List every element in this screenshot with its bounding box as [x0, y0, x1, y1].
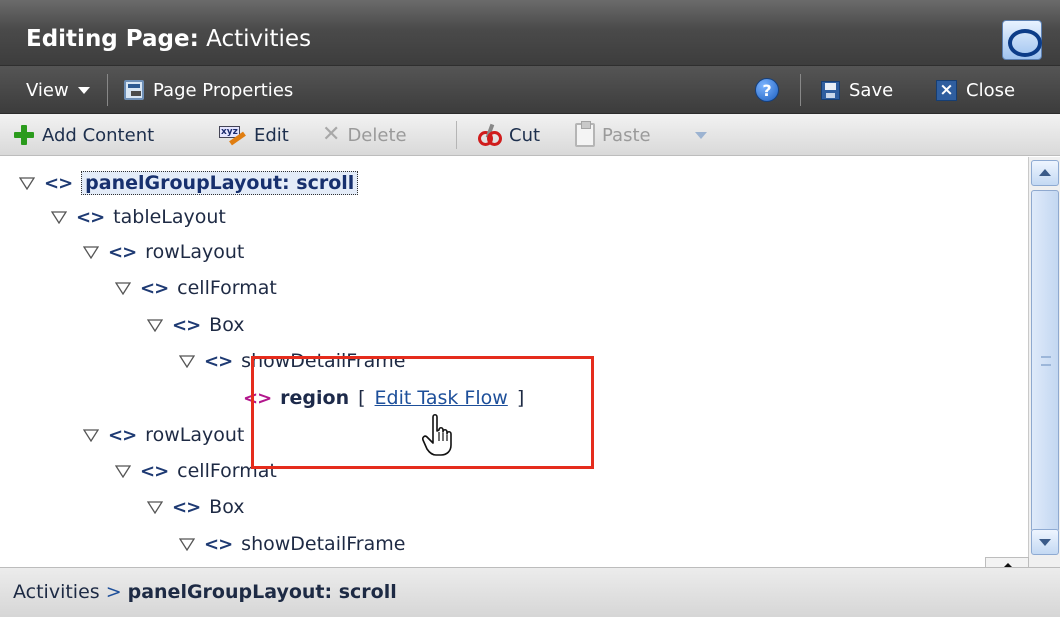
expand-triangle-icon[interactable] — [115, 464, 131, 478]
page-editor-window: Editing Page: Activities View Page Prope… — [0, 0, 1060, 617]
cut-label: Cut — [509, 124, 541, 146]
view-menu-label: View — [26, 79, 69, 101]
paste-button[interactable]: Paste — [575, 120, 651, 150]
delete-icon: ✕ — [322, 122, 341, 147]
cut-button[interactable]: Cut — [478, 120, 540, 150]
tree-node-label: panelGroupLayout: scroll — [81, 171, 359, 195]
page-title: Editing Page: Activities — [26, 26, 311, 52]
component-tag-icon: <> — [108, 424, 137, 446]
menu-divider — [107, 74, 108, 106]
scissors-icon — [478, 123, 502, 147]
save-label: Save — [849, 79, 894, 101]
edit-pencil-icon — [219, 124, 247, 146]
expand-triangle-icon[interactable] — [83, 245, 99, 259]
component-tag-icon: <> — [108, 241, 137, 263]
expand-triangle-icon[interactable] — [179, 537, 195, 551]
title-page-name: Activities — [206, 26, 312, 52]
tree-node-label: cellFormat — [177, 277, 277, 299]
delete-label: Delete — [347, 124, 407, 146]
tree-node[interactable]: <> Box — [147, 492, 245, 522]
expand-triangle-icon[interactable] — [51, 210, 67, 224]
tree-node[interactable]: <> rowLayout — [83, 420, 244, 450]
toolbar-divider — [456, 121, 457, 149]
help-icon: ? — [755, 78, 779, 102]
scroll-up-button[interactable] — [1031, 160, 1059, 186]
component-tag-icon: <> — [204, 533, 233, 555]
expand-triangle-icon[interactable] — [147, 318, 163, 332]
breadcrumb-bar: Activities > panelGroupLayout: scroll — [0, 567, 1060, 617]
breadcrumb-separator: > — [105, 581, 122, 603]
edit-toolbar: Add Content Edit ✕ Delete Cut Paste — [0, 114, 1060, 156]
scroll-grip-icon — [1041, 356, 1051, 366]
component-tag-icon: <> — [204, 350, 233, 372]
save-button[interactable]: Save — [821, 76, 893, 104]
component-tag-icon: <> — [172, 314, 201, 336]
component-tag-icon: <> — [76, 206, 105, 228]
tree-node-label: rowLayout — [145, 241, 245, 263]
toolbar-overflow-button[interactable] — [695, 120, 707, 150]
chevron-down-icon — [695, 131, 707, 139]
close-button[interactable]: × Close — [936, 76, 1015, 104]
close-label: Close — [966, 79, 1016, 101]
tree-node-label: Box — [209, 496, 245, 518]
delete-button[interactable]: ✕ Delete — [322, 120, 407, 150]
component-tag-icon: <> — [44, 172, 73, 194]
breadcrumb-current: panelGroupLayout: scroll — [127, 581, 397, 603]
edit-button[interactable]: Edit — [219, 120, 289, 150]
page-properties-label: Page Properties — [153, 79, 294, 101]
tree-node-label: Box — [209, 314, 245, 336]
title-bar: Editing Page: Activities — [0, 0, 1060, 66]
help-button[interactable]: ? — [755, 76, 779, 104]
vertical-scrollbar[interactable] — [1028, 157, 1060, 567]
add-icon — [13, 124, 35, 146]
save-icon — [821, 80, 840, 100]
add-content-label: Add Content — [42, 124, 155, 146]
tree-node[interactable]: <> rowLayout — [83, 237, 244, 267]
page-properties-icon — [124, 80, 144, 100]
close-icon: × — [936, 79, 957, 101]
clipboard-icon — [575, 121, 595, 147]
component-tag-icon: <> — [140, 460, 169, 482]
expand-triangle-icon[interactable] — [83, 428, 99, 442]
menu-bar: View Page Properties ? Save × Close — [0, 66, 1060, 114]
tree-node[interactable]: <> cellFormat — [115, 273, 277, 303]
expand-triangle-icon[interactable] — [147, 500, 163, 514]
tree-node[interactable]: <> panelGroupLayout: scroll — [19, 168, 359, 198]
oracle-logo-icon — [1002, 20, 1042, 60]
tree-node[interactable]: <> tableLayout — [51, 202, 226, 232]
breadcrumb-root-link[interactable]: Activities — [13, 581, 100, 603]
component-tag-icon: <> — [140, 277, 169, 299]
page-properties-button[interactable]: Page Properties — [124, 76, 293, 104]
tree-node-label: showDetailFrame — [241, 533, 406, 555]
scroll-thumb[interactable] — [1031, 190, 1059, 532]
component-tag-icon: <> — [172, 496, 201, 518]
expand-triangle-icon[interactable] — [19, 176, 35, 190]
menu-divider — [800, 74, 801, 106]
title-prefix: Editing Page: — [26, 26, 199, 52]
view-menu[interactable]: View — [26, 76, 90, 104]
tree-node-label: tableLayout — [113, 206, 226, 228]
expand-triangle-icon[interactable] — [179, 354, 195, 368]
edit-label: Edit — [254, 124, 289, 146]
breadcrumb: Activities > panelGroupLayout: scroll — [13, 581, 397, 603]
highlight-callout-box — [251, 356, 594, 469]
expand-triangle-icon[interactable] — [115, 281, 131, 295]
chevron-down-icon — [77, 86, 90, 94]
scroll-down-button[interactable] — [1031, 529, 1059, 555]
tree-node-label: rowLayout — [145, 424, 245, 446]
tree-node[interactable]: <> showDetailFrame — [179, 529, 405, 559]
tree-node[interactable]: <> Box — [147, 310, 245, 340]
paste-label: Paste — [602, 124, 651, 146]
add-content-button[interactable]: Add Content — [13, 120, 154, 150]
